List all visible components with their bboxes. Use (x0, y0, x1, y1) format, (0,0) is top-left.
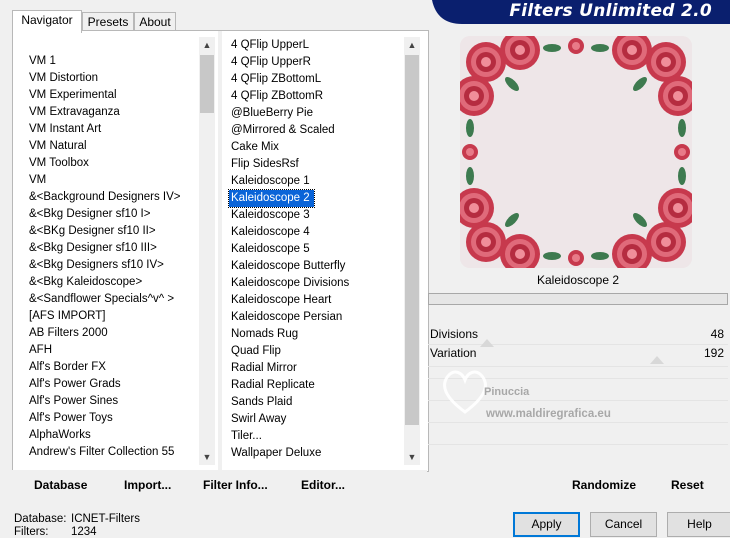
category-list-item[interactable]: VM Toolbox (25, 155, 199, 172)
category-list-item[interactable]: Alf's Border FX (25, 359, 199, 376)
filter-list-item[interactable]: Kaleidoscope 5 (227, 241, 403, 258)
filter-list-item[interactable]: Kaleidoscope 4 (227, 224, 403, 241)
watermark-name: Pinuccia (484, 386, 530, 398)
navigator-panel: VM 1 VM Distortion VM Experimental VM Extra… (12, 30, 429, 472)
filter-list-item[interactable]: Swirl Away (227, 411, 403, 428)
param-name: Divisions (430, 327, 479, 341)
filter-list-item[interactable]: 4 QFlip UpperR (227, 54, 403, 71)
filter-name-label: Kaleidoscope 2 (536, 273, 620, 287)
category-list-item[interactable]: AlphaWorks (25, 427, 199, 444)
navigator-toolbar: Database Import... Filter Info... Editor… (12, 470, 427, 496)
filter-scrollbar[interactable]: ▲ ▼ (404, 37, 420, 465)
status-database-label: Database: (14, 513, 67, 525)
param-name: Variation (430, 346, 477, 360)
filter-list-item[interactable]: Radial Replicate (227, 377, 403, 394)
category-list-item[interactable]: [AFS IMPORT] (25, 308, 199, 325)
filter-list-item[interactable]: Radial Mirror (227, 360, 403, 377)
filter-list-item[interactable]: Wallpaper Deluxe (227, 445, 403, 462)
filter-list-item[interactable]: 4 QFlip ZBottomR (227, 88, 403, 105)
filter-list[interactable]: 4 QFlip UpperL 4 QFlip UpperR 4 QFlip ZBot… (227, 37, 403, 465)
filter-list-item[interactable]: Kaleidoscope Divisions (227, 275, 403, 292)
tab-presets[interactable]: Presets (82, 12, 134, 32)
filter-list-item[interactable]: Kaleidoscope Heart (227, 292, 403, 309)
preview-image (460, 36, 692, 268)
status-filters-value: 1234 (71, 526, 97, 538)
kaleidoscope-preview (460, 36, 692, 268)
param-row[interactable]: Divisions 48 (428, 322, 728, 347)
filter-list-item[interactable]: Sands Plaid (227, 394, 403, 411)
scroll-up-icon[interactable]: ▲ (404, 37, 420, 53)
watermark-url: www.maldiregrafica.eu (486, 408, 611, 420)
category-list-item[interactable]: &<Background Designers IV> (25, 189, 199, 206)
category-list-item[interactable]: Alf's Power Sines (25, 393, 199, 410)
randomize-button[interactable]: Randomize (572, 478, 636, 492)
progress-bar (428, 293, 728, 305)
filter-list-item[interactable]: Quad Flip (227, 343, 403, 360)
editor-button[interactable]: Editor... (301, 478, 345, 492)
filter-list-item[interactable]: Kaleidoscope Persian (227, 309, 403, 326)
category-list-item[interactable]: &<Bkg Designers sf10 IV> (25, 257, 199, 274)
filter-list-item[interactable]: @BlueBerry Pie (227, 105, 403, 122)
slider-marker-icon[interactable] (650, 353, 664, 367)
category-list[interactable]: VM 1 VM Distortion VM Experimental VM Extra… (25, 53, 199, 465)
filter-list-item[interactable]: Flip SidesRsf (227, 156, 403, 173)
category-list-item[interactable]: VM Instant Art (25, 121, 199, 138)
category-list-item[interactable]: VM Extravaganza (25, 104, 199, 121)
list-divider (218, 31, 222, 471)
status-filters-label: Filters: (14, 526, 49, 538)
filter-list-item[interactable]: Kaleidoscope 1 (227, 173, 403, 190)
category-list-item[interactable]: AFH (25, 342, 199, 359)
filter-list-item[interactable]: Kaleidoscope 2 (228, 189, 315, 208)
parameter-area: Divisions 48 Variation 192 Pinuccia www.… (428, 322, 728, 472)
filter-list-item[interactable]: Kaleidoscope 3 (227, 207, 403, 224)
scroll-down-icon[interactable]: ▼ (199, 449, 215, 465)
category-list-item[interactable]: VM Natural (25, 138, 199, 155)
cancel-button[interactable]: Cancel (590, 512, 657, 537)
category-list-item[interactable]: Alf's Power Grads (25, 376, 199, 393)
help-button[interactable]: Help (667, 512, 730, 537)
param-row[interactable]: Variation 192 (428, 344, 728, 367)
banner-title: Filters Unlimited 2.0 (509, 1, 712, 21)
category-list-item[interactable]: &<BKg Designer sf10 II> (25, 223, 199, 240)
slider-marker-icon[interactable] (480, 336, 494, 347)
category-scrollbar[interactable]: ▲ ▼ (199, 37, 215, 465)
category-list-item[interactable]: AB Filters 2000 (25, 325, 199, 342)
tab-navigator[interactable]: Navigator (12, 10, 82, 33)
category-list-item[interactable]: VM (25, 172, 199, 189)
import-button[interactable]: Import... (124, 478, 171, 492)
category-list-item[interactable]: Alf's Power Toys (25, 410, 199, 427)
filter-list-item[interactable]: 4 QFlip UpperL (227, 37, 403, 54)
category-list-item[interactable]: &<Bkg Kaleidoscope> (25, 274, 199, 291)
filter-list-item[interactable]: @Mirrored & Scaled (227, 122, 403, 139)
scroll-thumb[interactable] (200, 55, 214, 113)
reset-button[interactable]: Reset (671, 478, 704, 492)
param-value: 48 (710, 327, 724, 341)
category-list-item[interactable]: &<Sandflower Specials^v^ > (25, 291, 199, 308)
scroll-thumb[interactable] (405, 55, 419, 425)
divider (428, 422, 728, 423)
category-list-item[interactable]: VM 1 (25, 53, 199, 70)
tab-about[interactable]: About (134, 12, 176, 32)
status-database-value: ICNET-Filters (71, 513, 140, 525)
category-list-item[interactable]: VM Experimental (25, 87, 199, 104)
filter-list-item[interactable]: Nomads Rug (227, 326, 403, 343)
filter-list-item[interactable]: Cake Mix (227, 139, 403, 156)
filter-list-item[interactable]: Kaleidoscope Butterfly (227, 258, 403, 275)
divider (428, 444, 728, 445)
database-button[interactable]: Database (34, 478, 87, 492)
filter-list-item[interactable]: 4 QFlip ZBottomL (227, 71, 403, 88)
app-banner: Filters Unlimited 2.0 (432, 0, 730, 24)
category-list-item[interactable]: VM Distortion (25, 70, 199, 87)
category-list-item[interactable]: &<Bkg Designer sf10 I> (25, 206, 199, 223)
filter-list-item[interactable]: Tiler... (227, 428, 403, 445)
filter-info-button[interactable]: Filter Info... (203, 478, 268, 492)
category-list-item[interactable]: Andrew's Filter Collection 55 (25, 444, 199, 461)
param-value: 192 (703, 346, 724, 360)
filter-list-row: Kaleidoscope 2 (227, 189, 403, 208)
scroll-up-icon[interactable]: ▲ (199, 37, 215, 53)
scroll-down-icon[interactable]: ▼ (404, 449, 420, 465)
category-list-item[interactable]: &<Bkg Designer sf10 III> (25, 240, 199, 257)
apply-button[interactable]: Apply (513, 512, 580, 537)
